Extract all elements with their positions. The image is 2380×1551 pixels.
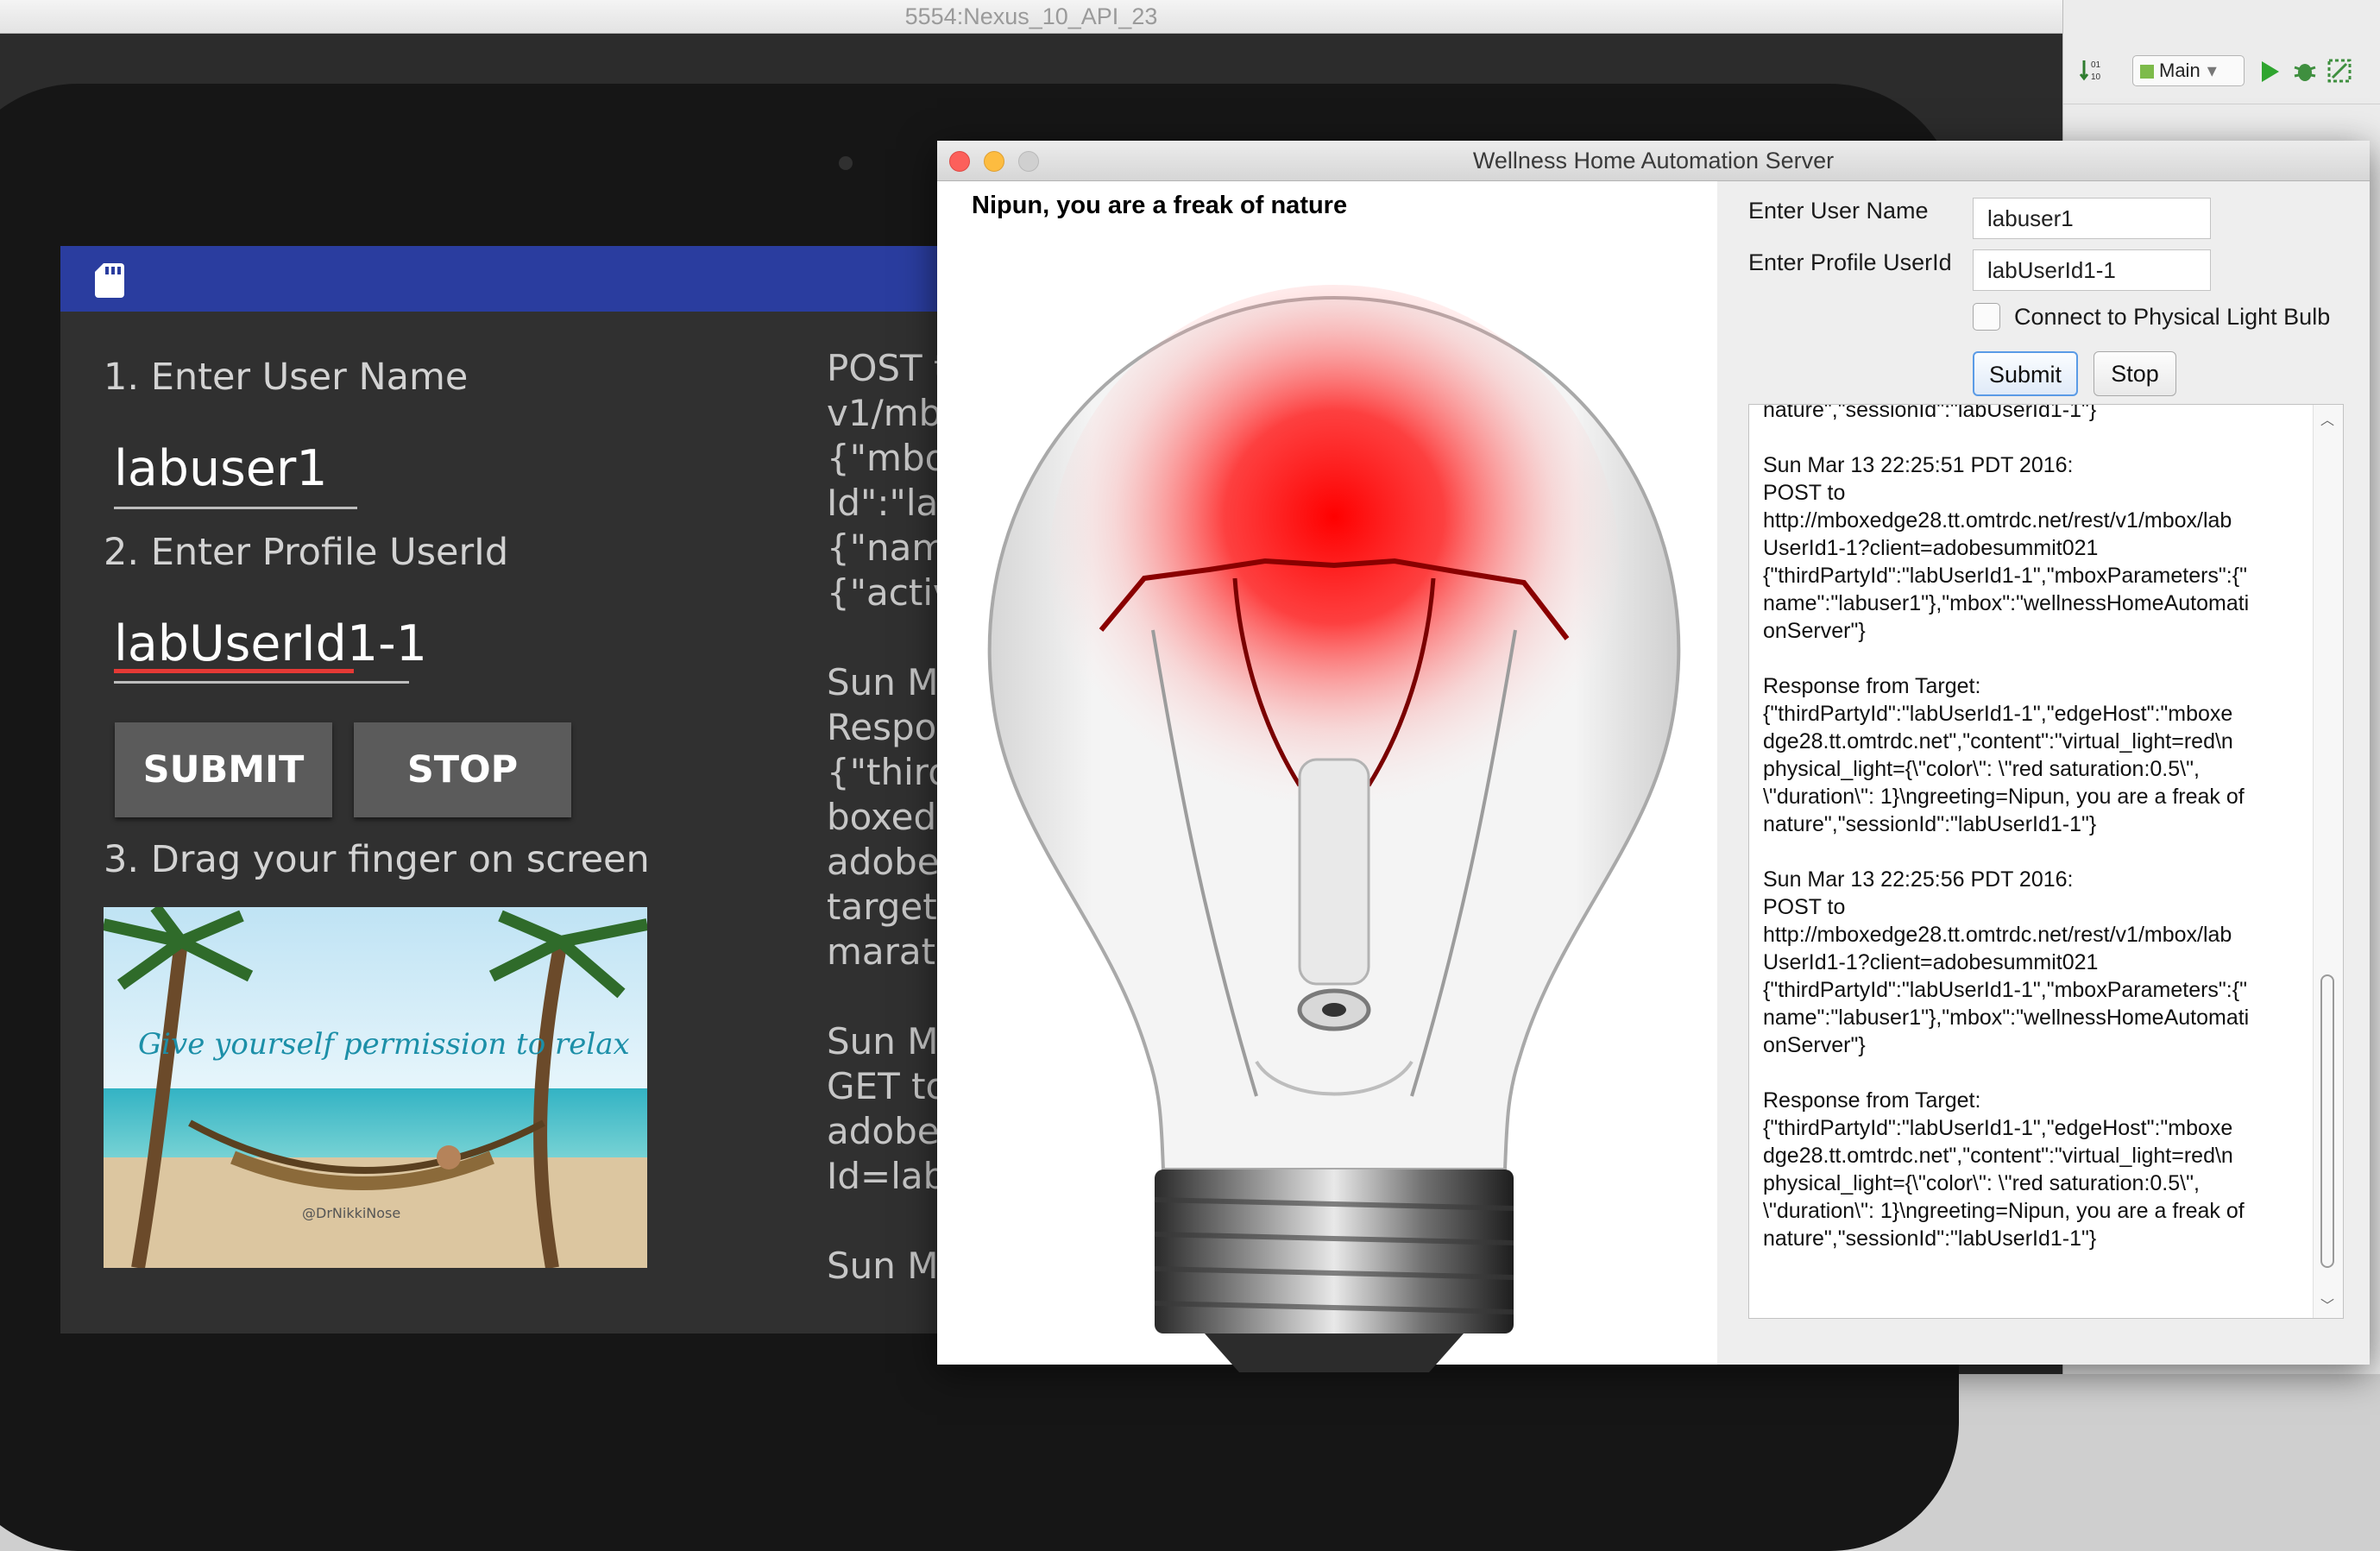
emulator-title-bar: 5554:Nexus_10_API_23 xyxy=(0,0,2062,34)
server-log-line xyxy=(1763,838,2289,866)
server-log-textarea[interactable]: nature","sessionId":"labUserId1-1"} Sun … xyxy=(1748,404,2344,1319)
image-caption: Give yourself permission to relax xyxy=(138,1027,630,1062)
server-username-input[interactable]: labuser1 xyxy=(1973,198,2211,239)
server-log-line: {"thirdPartyId":"labUserId1-1","edgeHost… xyxy=(1763,702,2233,726)
server-log-line: {"thirdPartyId":"labUserId1-1","mboxPara… xyxy=(1763,564,2247,588)
log-scrollbar[interactable]: ︿ ﹀ xyxy=(2313,405,2343,1318)
server-log-line xyxy=(1763,645,2289,672)
studio-toolbar: 01 10 Main ▾ xyxy=(2063,35,2380,104)
server-log-line: name":"labuser1"},"mbox":"wellnessHomeAu… xyxy=(1763,1006,2250,1030)
physical-bulb-checkbox-label[interactable]: Connect to Physical Light Bulb xyxy=(2014,304,2330,331)
light-bulb-panel: Nipun, you are a freak of nature xyxy=(937,181,1717,1372)
server-log-line: Response from Target: xyxy=(1763,674,1981,698)
minimize-window-button[interactable] xyxy=(984,151,1004,172)
server-log-line: http://mboxedge28.tt.omtrdc.net/rest/v1/… xyxy=(1763,508,2232,533)
app-bar xyxy=(60,246,1010,312)
server-log-line: UserId1-1?client=adobesummit021 xyxy=(1763,950,2099,974)
physical-bulb-checkbox[interactable] xyxy=(1973,303,2000,331)
server-log-line: nature","sessionId":"labUserId1-1"} xyxy=(1763,404,2097,422)
scroll-up-icon[interactable]: ︿ xyxy=(2320,408,2334,429)
server-log-line: nature","sessionId":"labUserId1-1"} xyxy=(1763,812,2097,836)
server-log-line: Sun Mar 13 22:25:56 PDT 2016: xyxy=(1763,867,2074,892)
sort-icon[interactable]: 0110 xyxy=(2079,57,2105,83)
userid-underline xyxy=(114,681,409,684)
android-stop-button[interactable]: STOP xyxy=(354,722,571,817)
beach-hammock-illustration: Give yourself permission to relax @DrNik… xyxy=(104,907,647,1268)
svg-text:10: 10 xyxy=(2091,73,2101,82)
server-log-line: {"thirdPartyId":"labUserId1-1","mboxPara… xyxy=(1763,978,2247,1002)
server-userid-label: Enter Profile UserId xyxy=(1748,249,1952,275)
emulator-title: 5554:Nexus_10_API_23 xyxy=(904,3,1158,29)
chevron-down-icon: ▾ xyxy=(2207,60,2217,81)
scrollbar-thumb[interactable] xyxy=(2320,974,2334,1268)
server-log-line: http://mboxedge28.tt.omtrdc.net/rest/v1/… xyxy=(1763,923,2232,947)
server-log-line: physical_light={\"color\": \"red saturat… xyxy=(1763,1171,2200,1195)
server-log-line: physical_light={\"color\": \"red saturat… xyxy=(1763,757,2200,781)
userid-input[interactable]: labUserId1-1 xyxy=(114,615,427,672)
spellcheck-underline xyxy=(114,669,354,673)
debug-icon[interactable] xyxy=(2291,57,2319,85)
server-log-line: UserId1-1?client=adobesummit021 xyxy=(1763,536,2099,560)
close-window-button[interactable] xyxy=(949,151,970,172)
attach-debugger-icon[interactable] xyxy=(2326,57,2353,85)
drag-instruction-label: 3. Drag your finger on screen xyxy=(104,838,650,881)
server-log-line: nature","sessionId":"labUserId1-1"} xyxy=(1763,1226,2097,1251)
server-stop-button[interactable]: Stop xyxy=(2094,351,2176,396)
scroll-down-icon[interactable]: ﹀ xyxy=(2320,1294,2334,1315)
server-window-title-bar[interactable]: Wellness Home Automation Server xyxy=(937,141,2370,181)
android-screen[interactable]: 1. Enter User Name labuser1 2. Enter Pro… xyxy=(60,246,1010,1333)
svg-text:01: 01 xyxy=(2091,60,2101,70)
server-log-line: dge28.tt.omtrdc.net","content":"virtual_… xyxy=(1763,729,2233,753)
server-log-line: Sun Mar 13 22:25:51 PDT 2016: xyxy=(1763,453,2074,477)
camera-dot xyxy=(839,156,853,170)
server-window-title: Wellness Home Automation Server xyxy=(1472,148,1835,173)
userid-label: 2. Enter Profile UserId xyxy=(104,531,509,574)
server-log-line: \"duration\": 1}\ngreeting=Nipun, you ar… xyxy=(1763,785,2245,809)
server-log-line: Response from Target: xyxy=(1763,1088,1981,1113)
run-config-label: Main xyxy=(2159,60,2201,81)
greeting-text: Nipun, you are a freak of nature xyxy=(972,192,1348,219)
run-icon[interactable] xyxy=(2258,59,2282,85)
server-log-line: onServer"} xyxy=(1763,619,1866,643)
server-window: Wellness Home Automation Server Nipun, y… xyxy=(937,141,2370,1372)
server-log-line: POST to xyxy=(1763,481,1846,505)
light-bulb-image xyxy=(987,285,1681,1372)
relax-image[interactable]: Give yourself permission to relax @DrNik… xyxy=(104,907,647,1268)
server-log-line: name":"labuser1"},"mbox":"wellnessHomeAu… xyxy=(1763,591,2250,615)
server-log-line: onServer"} xyxy=(1763,1033,1866,1057)
server-log-line: \"duration\": 1}\ngreeting=Nipun, you ar… xyxy=(1763,1199,2245,1223)
android-submit-button[interactable]: SUBMIT xyxy=(115,722,332,817)
username-underline xyxy=(114,507,357,509)
username-label: 1. Enter User Name xyxy=(104,356,469,399)
server-log-line: POST to xyxy=(1763,895,1846,919)
server-log-lines: nature","sessionId":"labUserId1-1"} Sun … xyxy=(1763,404,2289,1252)
server-log-line xyxy=(1763,424,2289,451)
android-config-icon xyxy=(2140,65,2154,79)
run-configuration-select[interactable]: Main ▾ xyxy=(2132,55,2245,86)
server-log-line xyxy=(1763,1059,2289,1087)
server-submit-button[interactable]: Submit xyxy=(1973,351,2078,396)
zoom-window-button[interactable] xyxy=(1018,151,1039,172)
server-log-line: {"thirdPartyId":"labUserId1-1","edgeHost… xyxy=(1763,1116,2233,1140)
username-input[interactable]: labuser1 xyxy=(114,440,328,497)
server-log-line: dge28.tt.omtrdc.net","content":"virtual_… xyxy=(1763,1144,2233,1168)
sd-card-icon xyxy=(95,263,124,298)
image-credit: @DrNikkiNose xyxy=(302,1205,400,1221)
server-username-label: Enter User Name xyxy=(1748,198,1929,224)
server-userid-input[interactable]: labUserId1-1 xyxy=(1973,249,2211,291)
